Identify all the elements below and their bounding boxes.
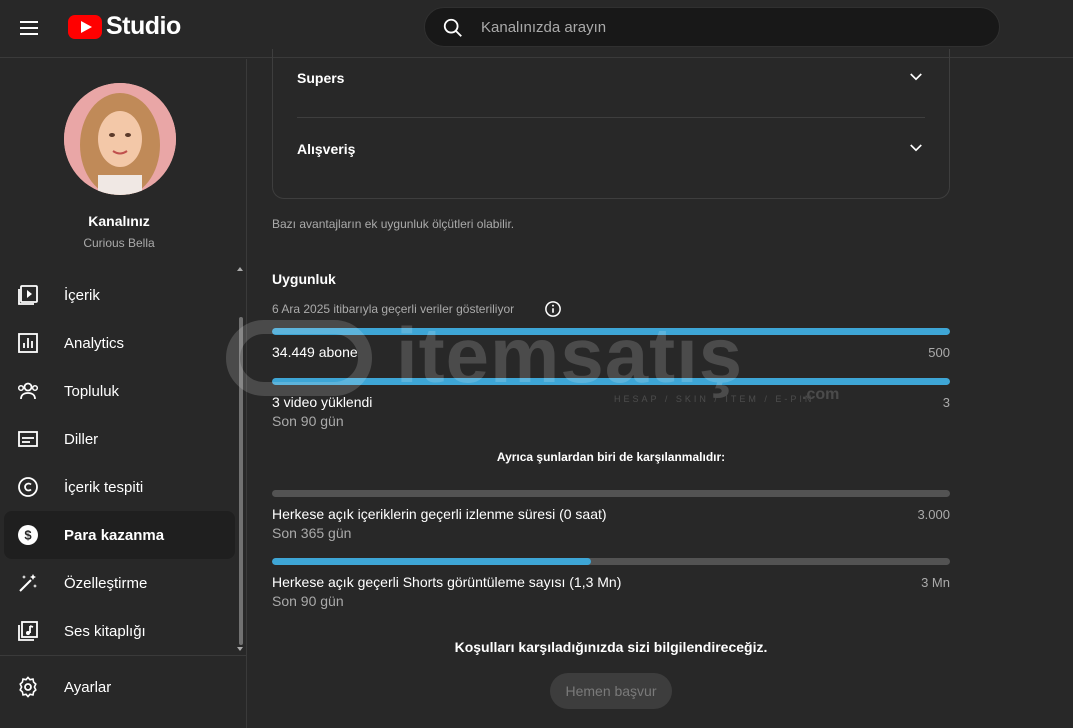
chevron-down-icon[interactable] — [907, 139, 925, 157]
videos-progress-bar — [272, 378, 950, 385]
notify-text: Koşulları karşıladığınızda sizi bilgilen… — [454, 639, 768, 655]
dollar-icon: $ — [18, 525, 38, 545]
watch-hours-progress-bar — [272, 490, 950, 497]
scroll-down-arrow-icon[interactable] — [237, 647, 243, 651]
sidebar-item-community[interactable]: Topluluk — [4, 367, 235, 415]
sidebar-item-label: Para kazanma — [64, 526, 165, 544]
watch-hours-target: 3.000 — [917, 507, 950, 522]
shorts-views-progress-bar — [272, 558, 950, 565]
avatar-photo — [64, 83, 176, 195]
shorts-views-target: 3 Mn — [921, 575, 950, 590]
sidebar-item-content[interactable]: İçerik — [4, 271, 235, 319]
progress-fill — [272, 558, 591, 565]
community-icon — [17, 382, 39, 400]
benefits-card: Supers Alışveriş — [272, 49, 950, 199]
channel-name: Curious Bella — [83, 236, 155, 250]
sidebar-item-languages[interactable]: Diller — [4, 415, 235, 463]
subtitles-icon — [18, 431, 38, 447]
sidebar-scrollbar[interactable] — [239, 317, 243, 645]
content-icon — [18, 285, 38, 305]
sidebar-item-monetization[interactable]: $ Para kazanma — [4, 511, 235, 559]
sidebar-item-label: İçerik — [64, 286, 100, 304]
eligibility-title: Uygunluk — [272, 271, 336, 287]
accordion-supers[interactable]: Supers — [297, 49, 925, 105]
main-content: Supers Alışveriş Bazı avantajların ek uy… — [248, 49, 1073, 728]
sidebar-item-label: Ayarlar — [64, 678, 112, 696]
also-required-text: Ayrıca şunlardan biri de karşılanmalıdır… — [496, 450, 726, 464]
avatar[interactable] — [64, 83, 176, 195]
copyright-icon — [18, 477, 38, 497]
youtube-play-icon — [68, 14, 102, 39]
sidebar-item-label: Topluluk — [64, 382, 120, 400]
eligibility-note: Bazı avantajların ek uygunluk ölçütleri … — [272, 217, 515, 231]
search-bar[interactable] — [424, 7, 1000, 47]
sidebar-nav: İçerik Analytics Topluluk Diller İçerik … — [4, 271, 235, 655]
accordion-shopping[interactable]: Alışveriş — [297, 120, 925, 176]
sidebar-divider — [0, 655, 246, 656]
logo-text: Studio — [106, 12, 181, 40]
videos-target: 3 — [942, 395, 950, 410]
analytics-icon — [18, 333, 38, 353]
progress-fill — [272, 328, 950, 335]
accordion-label: Supers — [297, 70, 345, 86]
sidebar-item-analytics[interactable]: Analytics — [4, 319, 235, 367]
hamburger-menu-icon[interactable] — [18, 17, 42, 41]
subscribers-target: 500 — [928, 345, 950, 360]
search-icon[interactable] — [442, 17, 464, 39]
sidebar: Kanalınız Curious Bella İçerik Analytics… — [0, 59, 247, 728]
magic-wand-icon — [19, 574, 37, 592]
sidebar-item-label: Analytics — [64, 334, 125, 352]
subscribers-label: 34.449 abone — [272, 344, 358, 360]
sidebar-item-label: Özelleştirme — [64, 574, 148, 592]
studio-logo[interactable]: Studio — [68, 12, 181, 41]
sidebar-item-customization[interactable]: Özelleştirme — [4, 559, 235, 607]
sidebar-item-content-detection[interactable]: İçerik tespiti — [4, 463, 235, 511]
progress-fill — [272, 378, 950, 385]
shorts-views-period: Son 90 gün — [272, 593, 344, 609]
scroll-up-arrow-icon[interactable] — [237, 267, 243, 271]
data-as-of-text: 6 Ara 2025 itibarıyla geçerli veriler gö… — [272, 302, 515, 316]
videos-period: Son 90 gün — [272, 413, 344, 429]
sidebar-item-label: Diller — [64, 430, 99, 448]
watch-hours-label: Herkese açık içeriklerin geçerli izlenme… — [272, 506, 607, 522]
info-icon[interactable] — [544, 300, 562, 318]
gear-icon — [19, 676, 37, 698]
sidebar-item-label: İçerik tespiti — [64, 478, 144, 496]
sidebar-item-audio-library[interactable]: Ses kitaplığı — [4, 607, 235, 655]
videos-label: 3 video yüklendi — [272, 394, 373, 410]
accordion-label: Alışveriş — [297, 141, 356, 157]
channel-title: Kanalınız — [88, 213, 150, 229]
audio-library-icon — [18, 621, 38, 641]
search-input[interactable] — [481, 8, 981, 46]
sidebar-settings: Ayarlar — [4, 663, 235, 711]
accordion-divider — [297, 117, 925, 118]
apply-now-button[interactable]: Hemen başvur — [550, 673, 672, 709]
svg-text:$: $ — [24, 528, 32, 543]
sidebar-item-settings[interactable]: Ayarlar — [4, 663, 235, 711]
subscribers-progress-bar — [272, 328, 950, 335]
sidebar-item-label: Ses kitaplığı — [64, 622, 146, 640]
chevron-down-icon[interactable] — [907, 68, 925, 86]
watch-hours-period: Son 365 gün — [272, 525, 352, 541]
shorts-views-label: Herkese açık geçerli Shorts görüntüleme … — [272, 574, 622, 590]
